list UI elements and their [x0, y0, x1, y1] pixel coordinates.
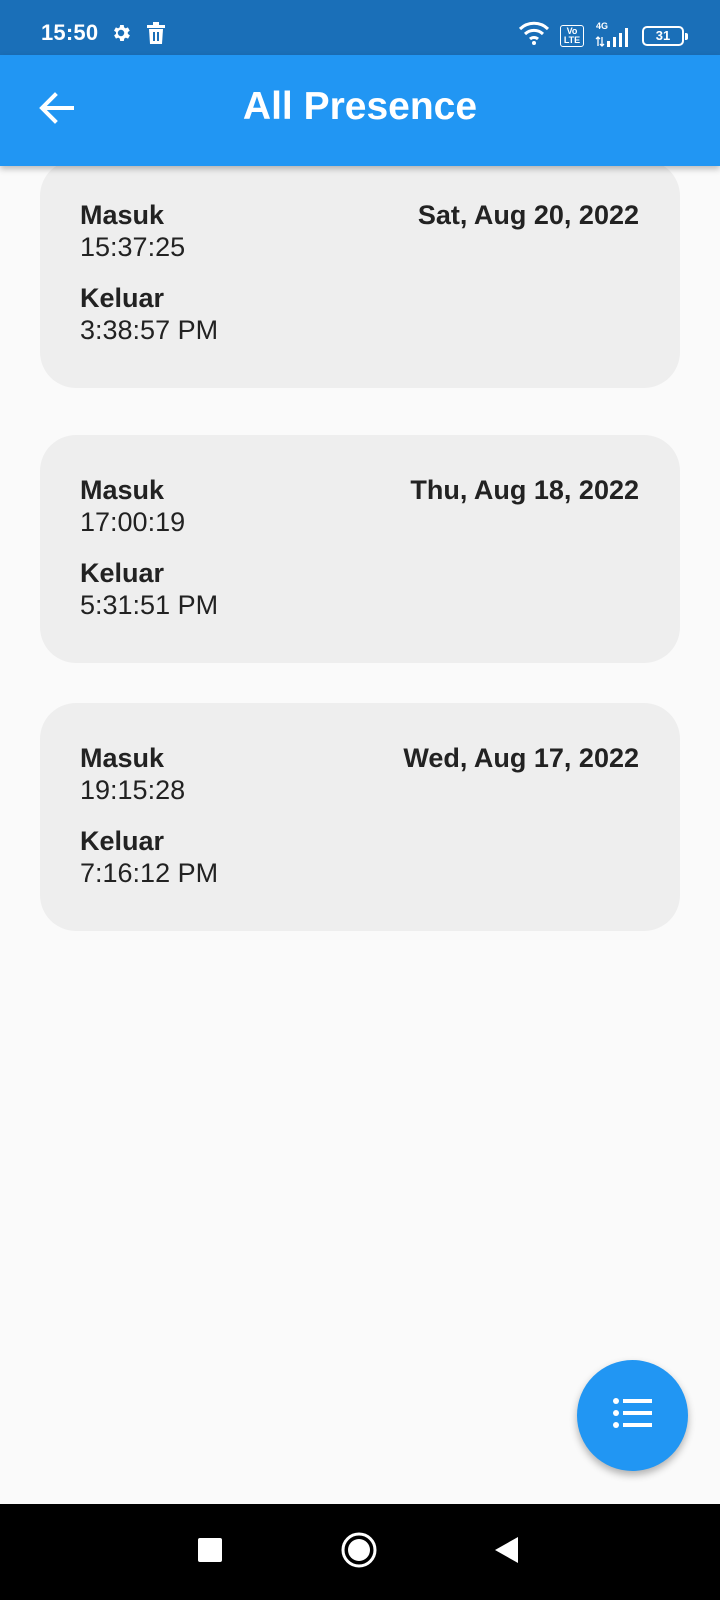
status-left-icons: [110, 22, 166, 49]
status-right-icons: Vo LTE 4G 31: [518, 21, 688, 50]
page-title: All Presence: [242, 85, 478, 128]
check-in-time: 17:00:19: [80, 507, 186, 537]
presence-list: Masuk Sat, Aug 20, 2022 15:37:25 Keluar …: [0, 166, 720, 1504]
square-icon: [197, 1537, 223, 1568]
wifi-icon: [518, 21, 550, 50]
check-out-label: Keluar: [80, 826, 165, 856]
system-back-button[interactable]: [484, 1530, 528, 1574]
presence-date: Wed, Aug 17, 2022: [403, 743, 639, 773]
history-fab-button[interactable]: [577, 1360, 688, 1471]
circle-icon: [340, 1531, 378, 1574]
check-out-label: Keluar: [80, 558, 165, 588]
presence-date: Sat, Aug 20, 2022: [417, 200, 639, 230]
volte-badge: Vo LTE: [560, 24, 584, 47]
check-in-label: Masuk: [80, 743, 165, 773]
triangle-back-icon: [492, 1535, 520, 1570]
recents-button[interactable]: [188, 1530, 232, 1574]
check-in-label: Masuk: [80, 200, 165, 230]
trash-icon: [146, 22, 166, 49]
status-bar: 15:50 Vo LTE 4G 31: [0, 0, 720, 55]
list-icon: [612, 1397, 653, 1434]
presence-card[interactable]: Masuk Wed, Aug 17, 2022 19:15:28 Keluar …: [40, 703, 680, 931]
check-in-time: 19:15:28: [80, 775, 186, 805]
gear-icon: [110, 22, 132, 49]
cell-signal-icon: 4G: [594, 21, 632, 48]
battery-level: 31: [655, 28, 671, 43]
check-out-time: 5:31:51 PM: [80, 590, 219, 620]
presence-card[interactable]: Masuk Thu, Aug 18, 2022 17:00:19 Keluar …: [40, 435, 680, 663]
app-bar: All Presence: [0, 55, 720, 166]
status-time: 15:50: [41, 20, 99, 45]
system-nav-bar: [0, 1504, 720, 1600]
home-button[interactable]: [337, 1530, 381, 1574]
presence-card[interactable]: Masuk Sat, Aug 20, 2022 15:37:25 Keluar …: [40, 166, 680, 388]
presence-date: Thu, Aug 18, 2022: [410, 475, 639, 505]
check-in-label: Masuk: [80, 475, 165, 505]
check-out-time: 7:16:12 PM: [80, 858, 219, 888]
check-out-time: 3:38:57 PM: [80, 315, 219, 345]
check-in-time: 15:37:25: [80, 232, 186, 262]
battery-icon: 31: [642, 25, 688, 46]
check-out-label: Keluar: [80, 283, 165, 313]
